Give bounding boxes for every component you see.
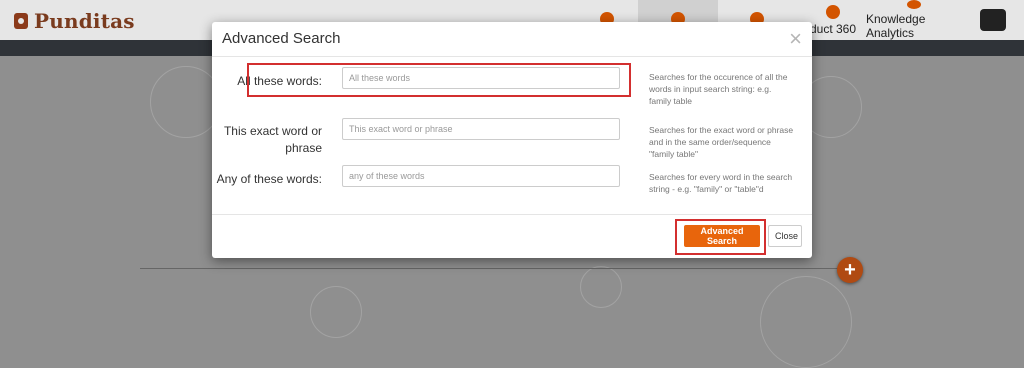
nav-item-label: duct 360 (809, 21, 857, 36)
all-words-help: Searches for the occurence of all the wo… (649, 72, 788, 106)
exact-phrase-label: This exact word or phrase (223, 124, 322, 155)
advanced-search-modal: Advanced Search × All these words: Searc… (212, 22, 812, 258)
divider (140, 268, 860, 269)
avatar[interactable] (980, 9, 1006, 31)
brand-name: Punditas (34, 9, 135, 33)
radar-icon (826, 4, 840, 19)
brand-logo-icon (14, 13, 28, 29)
modal-header: Advanced Search × (212, 22, 812, 57)
brand[interactable]: Punditas (14, 9, 135, 33)
close-icon[interactable]: × (789, 26, 802, 52)
highlight-box (675, 219, 766, 255)
any-words-input[interactable] (342, 165, 620, 187)
exact-phrase-input[interactable] (342, 118, 620, 140)
any-words-help: Searches for every word in the search st… (649, 172, 793, 194)
decorative-circle (580, 266, 622, 308)
highlight-box (247, 63, 631, 97)
decorative-circle (760, 276, 852, 368)
close-button[interactable]: Close (768, 225, 802, 247)
exact-phrase-help: Searches for the exact word or phrase an… (649, 125, 794, 159)
add-button[interactable]: + (837, 257, 863, 283)
modal-footer-divider (212, 214, 812, 215)
decorative-circle (310, 286, 362, 338)
modal-title: Advanced Search (222, 30, 341, 47)
any-words-label: Any of these words: (216, 172, 322, 186)
nav-item-product-360[interactable]: duct 360 (808, 0, 858, 40)
nav-item-knowledge-analytics[interactable]: Knowledge Analytics (866, 0, 962, 40)
lightbulb-head-icon (907, 0, 921, 9)
nav-item-label: Knowledge Analytics (866, 12, 926, 40)
